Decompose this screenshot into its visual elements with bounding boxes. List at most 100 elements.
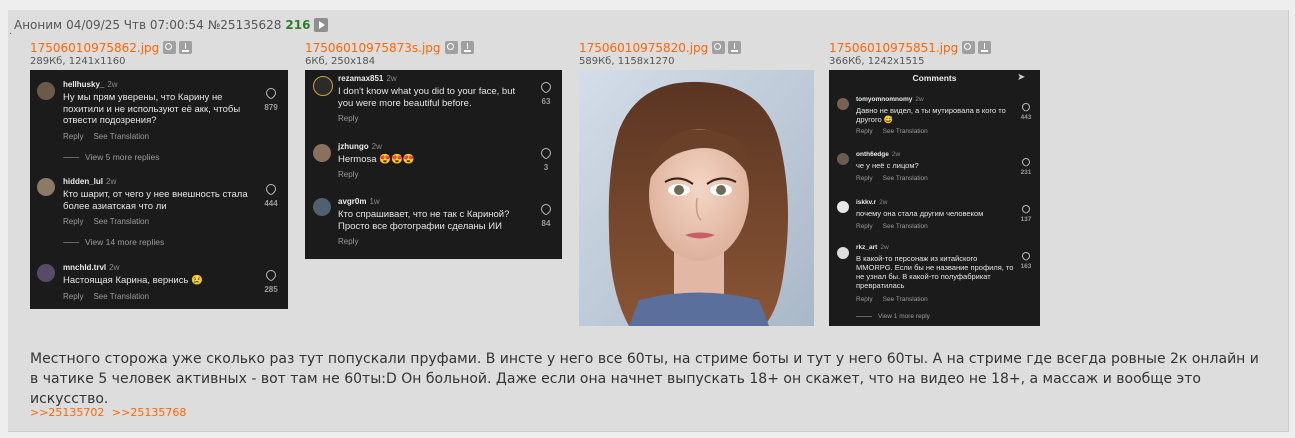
file-3: 17506010975820.jpg 589Кб, 1158x1270 bbox=[579, 40, 744, 69]
file-1-info: 289Кб, 1241x1160 bbox=[30, 56, 126, 67]
like-count: 137 bbox=[1020, 216, 1032, 223]
comment-actions: Reply bbox=[338, 237, 368, 246]
see-translation-link[interactable]: See Translation bbox=[93, 217, 149, 226]
portrait-photo bbox=[579, 70, 814, 326]
comment-user: rkz_art 2w bbox=[856, 244, 889, 251]
comment-text: Кто шарит, от чего у нее внешность стала… bbox=[63, 189, 248, 212]
like-count: 3 bbox=[543, 163, 549, 172]
view-more-replies[interactable]: View 5 more replies bbox=[63, 152, 160, 162]
heart-icon[interactable] bbox=[1020, 250, 1032, 262]
comment-user: hellhusky_ 2w bbox=[63, 80, 118, 89]
reply-link[interactable]: Reply bbox=[338, 237, 358, 246]
comment-user: mnchld.trvl 2w bbox=[63, 263, 120, 272]
post: · Аноним 04/09/25 Чтв 07:00:54 №25135628… bbox=[8, 10, 1289, 432]
heart-icon[interactable] bbox=[1020, 101, 1032, 113]
heart-icon[interactable] bbox=[538, 145, 554, 161]
comment-actions: Reply See Translation bbox=[856, 296, 938, 303]
like-count: 231 bbox=[1020, 169, 1032, 176]
heart-icon[interactable] bbox=[263, 267, 279, 283]
comment-user: tomyomnomnomy 2w bbox=[856, 96, 924, 103]
comment-text: Ну мы прям уверены, что Карину не похити… bbox=[63, 92, 241, 127]
like-count: 285 bbox=[264, 285, 278, 294]
file-2-thumbnail[interactable]: rezamax851 2w I don't know what you did t… bbox=[305, 70, 562, 259]
reply-link[interactable]: Reply bbox=[856, 223, 873, 230]
avatar bbox=[37, 178, 55, 196]
comment-user: iskkv.r 2w bbox=[856, 199, 888, 206]
avatar bbox=[837, 98, 849, 110]
download-icon[interactable] bbox=[179, 41, 193, 54]
comment-text: Кто спрашивает, что не так с Кариной? Пр… bbox=[338, 209, 510, 232]
see-translation-link[interactable]: See Translation bbox=[883, 296, 928, 303]
heart-icon[interactable] bbox=[538, 79, 554, 95]
reply-link-2[interactable]: >>25135768 bbox=[112, 406, 186, 419]
avatar bbox=[837, 153, 849, 165]
post-menu-arrow-icon[interactable] bbox=[314, 18, 329, 32]
comment-text: Hermosa 😍😍😍 bbox=[338, 154, 415, 165]
comment: rezamax851 2w I don't know what you did t… bbox=[305, 70, 562, 259]
file-2-info: 6Кб, 250x184 bbox=[305, 56, 376, 67]
comment: Comments ➤ tomyomnomnomy 2w Давно не виде… bbox=[829, 70, 1040, 326]
file-3-info: 589Кб, 1158x1270 bbox=[579, 56, 675, 67]
download-icon[interactable] bbox=[460, 41, 474, 54]
file-4-thumbnail[interactable]: Comments ➤ tomyomnomnomy 2w Давно не виде… bbox=[829, 70, 1040, 326]
like-count: 443 bbox=[1020, 114, 1032, 121]
like-count: 84 bbox=[541, 219, 551, 228]
search-image-icon[interactable] bbox=[712, 41, 726, 54]
avatar bbox=[37, 264, 55, 282]
search-image-icon[interactable] bbox=[444, 41, 458, 54]
comment-text: I don't know what you did to your face, … bbox=[338, 86, 516, 109]
file-1-name[interactable]: 17506010975862.jpg bbox=[30, 41, 159, 55]
reply-link[interactable]: Reply bbox=[856, 296, 873, 303]
post-datetime: 04/09/25 Чтв 07:00:54 bbox=[66, 18, 204, 32]
like-count: 879 bbox=[264, 103, 278, 112]
comment-actions: Reply See Translation bbox=[856, 223, 938, 230]
heart-icon[interactable] bbox=[263, 181, 279, 197]
post-header: Аноним 04/09/25 Чтв 07:00:54 №25135628 2… bbox=[14, 16, 332, 34]
see-translation-link[interactable]: See Translation bbox=[883, 223, 928, 230]
see-translation-link[interactable]: See Translation bbox=[93, 132, 149, 141]
reply-link[interactable]: Reply bbox=[856, 175, 873, 182]
comment-actions: Reply See Translation bbox=[63, 132, 159, 141]
search-image-icon[interactable] bbox=[163, 41, 177, 54]
search-image-icon[interactable] bbox=[962, 41, 976, 54]
post-number[interactable]: №25135628 bbox=[208, 18, 282, 32]
reply-link[interactable]: Reply bbox=[63, 132, 83, 141]
reply-link[interactable]: Reply bbox=[63, 217, 83, 226]
reply-link[interactable]: Reply bbox=[338, 114, 358, 123]
file-2: 17506010975873s.jpg 6Кб, 250x184 bbox=[305, 40, 477, 69]
file-3-name[interactable]: 17506010975820.jpg bbox=[579, 41, 708, 55]
view-more-replies[interactable]: View 1 more reply bbox=[856, 313, 930, 320]
comment-user: onth6edge 2w bbox=[856, 151, 901, 158]
download-icon[interactable] bbox=[978, 41, 992, 54]
comment-user: avgr0m 1w bbox=[338, 197, 380, 206]
file-4-info: 366Кб, 1242x1515 bbox=[829, 56, 925, 67]
like-count: 63 bbox=[541, 97, 551, 106]
see-translation-link[interactable]: See Translation bbox=[93, 292, 149, 301]
avatar bbox=[837, 247, 849, 259]
like-count: 444 bbox=[264, 199, 278, 208]
reply-link[interactable]: Reply bbox=[63, 292, 83, 301]
heart-icon[interactable] bbox=[263, 85, 279, 101]
file-4-name[interactable]: 17506010975851.jpg bbox=[829, 41, 958, 55]
reply-link-1[interactable]: >>25135702 bbox=[30, 406, 104, 419]
reply-link[interactable]: Reply bbox=[856, 128, 873, 135]
view-more-replies[interactable]: View 14 more replies bbox=[63, 237, 164, 247]
comment-text: В какой-то персонаж из китайского MMORPG… bbox=[856, 254, 1014, 291]
see-translation-link[interactable]: See Translation bbox=[883, 175, 928, 182]
file-3-thumbnail[interactable] bbox=[579, 70, 814, 326]
comments-header: Comments bbox=[912, 73, 957, 83]
comment: hellhusky_ 2w Ну мы прям уверены, что Кар… bbox=[30, 70, 288, 309]
see-translation-link[interactable]: See Translation bbox=[883, 128, 928, 135]
post-marker: · bbox=[9, 29, 13, 40]
heart-icon[interactable] bbox=[1020, 156, 1032, 168]
comment-actions: Reply bbox=[338, 170, 368, 179]
file-1-thumbnail[interactable]: hellhusky_ 2w Ну мы прям уверены, что Кар… bbox=[30, 70, 288, 309]
file-2-name[interactable]: 17506010975873s.jpg bbox=[305, 41, 441, 55]
reply-link[interactable]: Reply bbox=[338, 170, 358, 179]
heart-icon[interactable] bbox=[538, 201, 554, 217]
share-icon[interactable]: ➤ bbox=[1017, 72, 1025, 83]
download-icon[interactable] bbox=[728, 41, 742, 54]
reply-links: >>25135702 >>25135768 bbox=[30, 406, 190, 419]
comment-actions: Reply bbox=[338, 114, 368, 123]
heart-icon[interactable] bbox=[1020, 203, 1032, 215]
